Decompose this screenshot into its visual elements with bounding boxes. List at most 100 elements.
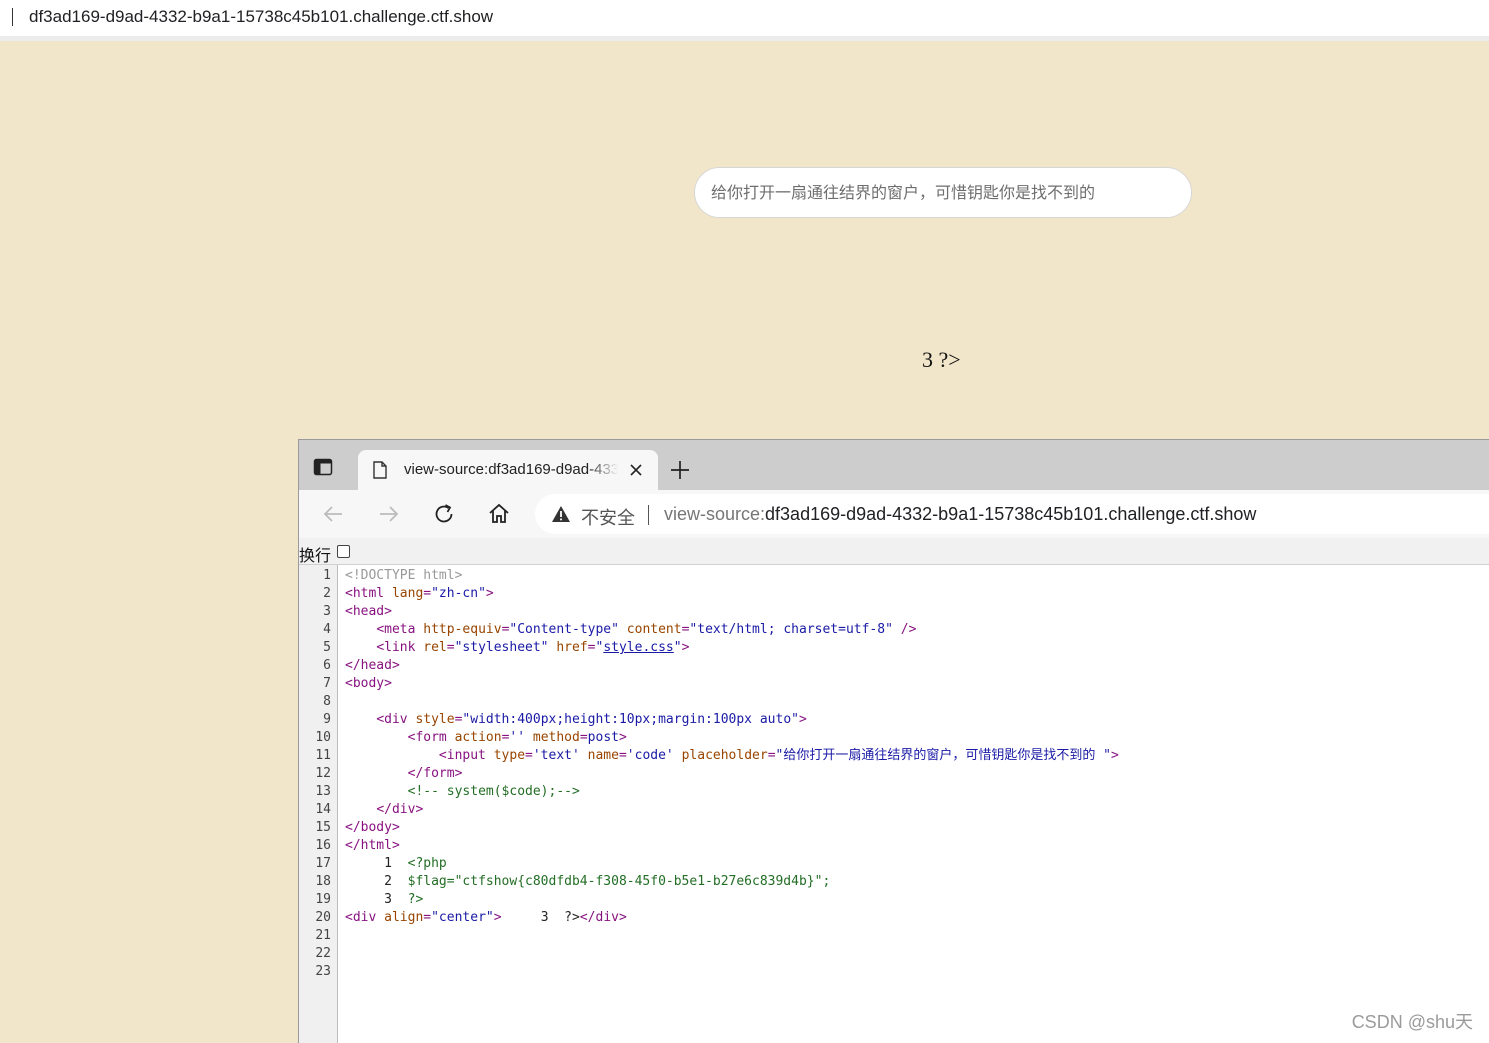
line-number: 1 [323,568,331,583]
code-token: <!-- system($code);--> [407,784,580,799]
insecure-label[interactable]: 不安全 [581,504,635,530]
code-token: href [556,640,588,655]
line-number: 5 [323,640,331,655]
code-token: 3 ?> [501,910,580,925]
divider [648,505,649,525]
code-token: post [587,730,619,745]
code-token: = [446,640,455,655]
command-output: 3 ?> [922,347,961,372]
code-token: </head> [345,658,400,673]
source-line: </body> [345,819,1489,837]
line-wrap-checkbox[interactable] [337,545,350,558]
source-line: <body> [345,675,1489,693]
plus-icon[interactable] [669,459,691,481]
code-token: = [423,910,432,925]
reload-icon[interactable] [432,502,456,526]
code-token: <body> [345,676,392,691]
code-token: method [532,730,580,745]
code-token: </body> [345,820,400,835]
text-caret [12,8,13,26]
line-number: 8 [323,694,331,709]
home-icon[interactable] [487,502,511,526]
source-line: <html lang="zh-cn"> [345,585,1489,603]
tab-view-source[interactable]: view-source:df3ad169-d9ad-4332-b9a1-1573… [358,450,658,490]
close-icon[interactable] [628,462,644,478]
code-token: "text/html; charset=utf-8" [689,622,893,637]
line-number: 14 [315,802,331,817]
code-token: = [618,748,627,763]
back-arrow-icon[interactable] [321,502,345,526]
code-token: 1 [345,856,408,871]
source-line: <!DOCTYPE html> [345,567,1489,585]
line-number: 18 [315,874,331,889]
address-strip: df3ad169-d9ad-4332-b9a1-15738c45b101.cha… [0,0,1489,41]
code-token: "center" [431,910,494,925]
stylesheet-link[interactable]: style.css [603,640,673,655]
code-token: placeholder [681,748,768,763]
code-token: "给你打开一扇通往结界的窗户，可惜钥匙你是找不到的 " [775,748,1111,763]
source-line: 3 ?> [345,891,1489,909]
line-number: 6 [323,658,331,673]
code-token: ?> [407,892,424,907]
address-url[interactable]: df3ad169-d9ad-4332-b9a1-15738c45b101.cha… [29,7,493,27]
code-token: </div> [579,910,627,925]
source-line: </html> [345,837,1489,855]
line-number: 11 [315,748,331,763]
watermark: CSDN @shu天 [1351,1012,1473,1032]
source-line: 1 <?php [345,855,1489,873]
code-token: "Content-type" [509,622,619,637]
code-token: "width:400px;height:10px;margin:100px au… [462,712,799,727]
line-number: 4 [323,622,331,637]
source-line [345,927,1489,945]
source-line: </form> [345,765,1489,783]
code-token: > [485,586,494,601]
code-input[interactable] [694,167,1192,218]
code-token: name [587,748,619,763]
code-token: <div [376,712,416,727]
code-token: http-equiv [423,622,502,637]
forward-arrow-icon[interactable] [377,502,401,526]
code-token: > [681,640,690,655]
code-token: <form [407,730,455,745]
line-number-gutter: 1 2 3 4 5 6 7 8 9 10 11 12 13 14 15 16 17 18 19 20 21 22 23 [299,565,338,1043]
address-bar[interactable]: 不安全 view-source:df3ad169-d9ad-4332-b9a1-… [535,494,1489,534]
code-token: </div> [376,802,424,817]
view-source-url[interactable]: view-source:df3ad169-d9ad-4332-b9a1-1573… [664,504,1256,525]
code-token: 'code' [626,748,674,763]
code-token: <meta [376,622,424,637]
view-source-window: view-source:df3ad169-d9ad-4332-b9a1-1573… [298,439,1489,1043]
line-number: 15 [315,820,331,835]
source-line [345,945,1489,963]
warning-icon[interactable] [551,505,571,523]
source-line: <head> [345,603,1489,621]
line-number: 21 [315,928,331,943]
code-token: style [415,712,455,727]
source-line [345,693,1489,711]
line-number: 7 [323,676,331,691]
line-number: 13 [315,784,331,799]
code-token: </form> [407,766,463,781]
code-token: <link [376,640,424,655]
code-token: = [579,730,588,745]
code-token: lang [391,586,424,601]
code-token: rel [423,640,447,655]
source-line: <link rel="stylesheet" href="style.css"> [345,639,1489,657]
code-token: > [798,712,807,727]
code-token: <div [345,910,385,925]
tab-actions-icon[interactable] [313,457,343,487]
url-host: df3ad169-d9ad-4332-b9a1-15738c45b101.cha… [765,504,1257,524]
url-scheme: view-source: [664,504,766,524]
line-number: 9 [323,712,331,727]
code-token: <html [345,586,392,601]
source-line: <meta http-equiv="Content-type" content=… [345,621,1489,639]
line-number: 10 [315,730,331,745]
code-token: <?php [407,856,447,871]
code-token: = [525,748,533,763]
line-number: 17 [315,856,331,871]
